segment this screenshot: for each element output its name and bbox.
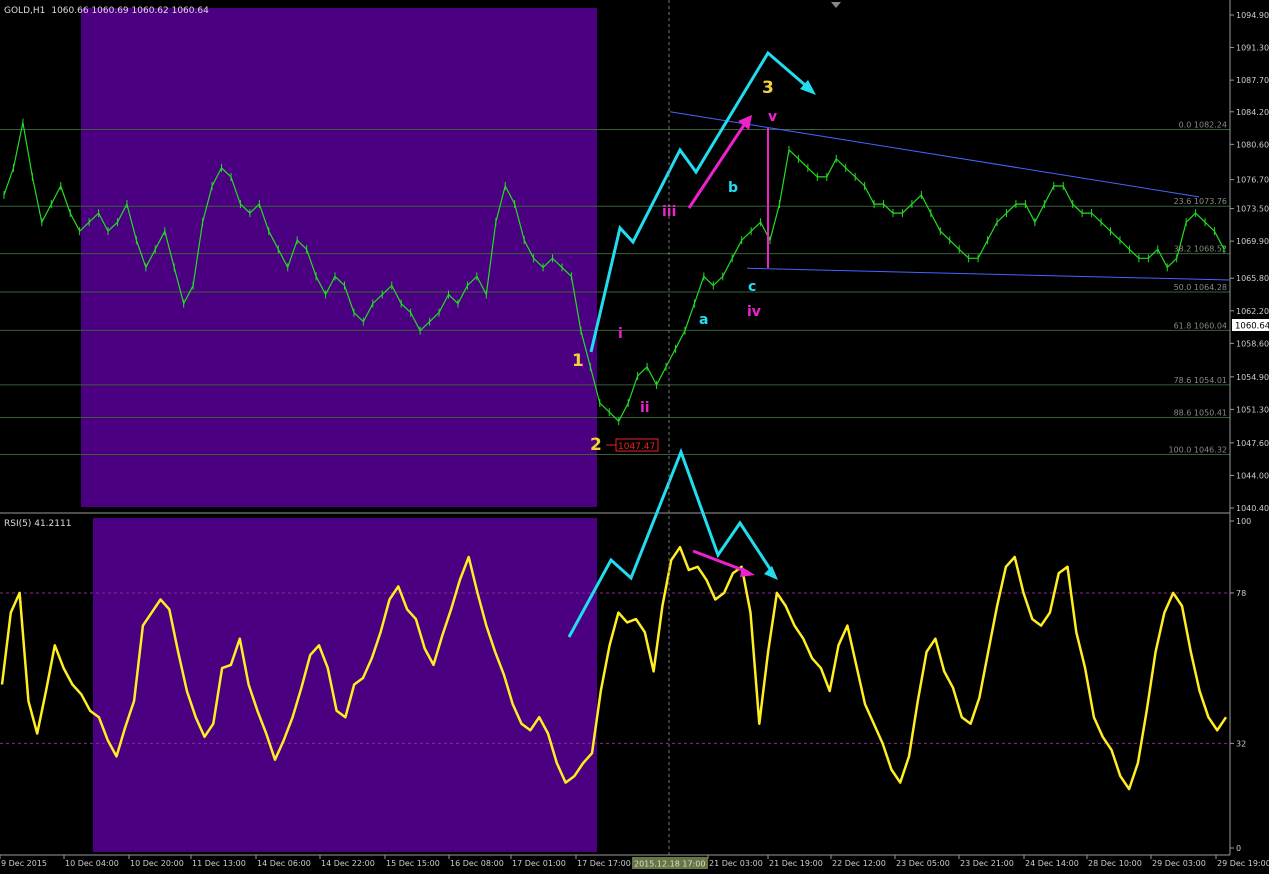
price-tick-label: 1044.00 — [1236, 471, 1269, 480]
wave-3-label: 3 — [762, 78, 774, 98]
price-tick-label: 1084.20 — [1236, 108, 1269, 117]
time-tick-label: 29 Dec 03:00 — [1152, 859, 1206, 868]
time-tick-label: 15 Dec 15:00 — [386, 859, 440, 868]
highlight-rectangle[interactable] — [81, 8, 597, 507]
price-tick-label: 1051.30 — [1236, 405, 1269, 414]
price-tick-label: 1091.30 — [1236, 44, 1269, 53]
wave-c-label: c — [748, 279, 756, 295]
price-tick-label: 1076.70 — [1236, 176, 1269, 185]
price-tick-label: 1065.80 — [1236, 274, 1269, 283]
ohlc-label: 1060.66 1060.69 1060.62 1060.64 — [51, 6, 209, 16]
time-tick-label: 21 Dec 19:00 — [769, 859, 823, 868]
wave-a-label: a — [699, 312, 708, 328]
fib-level-label: 61.8 1060.04 — [1174, 321, 1227, 330]
fib-level-label: 88.6 1050.41 — [1174, 408, 1227, 417]
rsi-tick-label: 100 — [1236, 517, 1251, 526]
price-tick-label: 1094.90 — [1236, 11, 1269, 20]
price-tick-label: 1047.60 — [1236, 439, 1269, 448]
time-tick-label: 16 Dec 08:00 — [450, 859, 504, 868]
price-tick-label: 1054.90 — [1236, 373, 1269, 382]
price-tick-label: 1087.70 — [1236, 76, 1269, 85]
time-tick-label: 21 Dec 03:00 — [709, 859, 763, 868]
time-tick-label: 23 Dec 21:00 — [960, 859, 1014, 868]
price-tick-label: 1069.90 — [1236, 237, 1269, 246]
time-tick-label: 28 Dec 10:00 — [1088, 859, 1142, 868]
wave-1-label: 1 — [572, 351, 584, 371]
price-tick-label: 1040.40 — [1236, 504, 1269, 513]
time-tick-label: 14 Dec 22:00 — [321, 859, 375, 868]
rsi-tick-label: 78 — [1236, 589, 1246, 598]
chart-header: GOLD,H1 1060.66 1060.69 1060.62 1060.64 — [4, 6, 209, 16]
time-tick-label: 14 Dec 06:00 — [257, 859, 311, 868]
price-tick-label: 1080.60 — [1236, 140, 1269, 149]
time-tick-label: 10 Dec 04:00 — [65, 859, 119, 868]
wave-i-label: i — [618, 326, 623, 342]
fib-level-label: 38.2 1068.52 — [1174, 245, 1227, 254]
fib-level-label: 78.6 1054.01 — [1174, 376, 1227, 385]
cursor-time-label: 2015.12.18 17:00 — [634, 860, 705, 869]
fib-level-label: 0.0 1082.24 — [1179, 121, 1227, 130]
chart-window[interactable]: 0.0 1082.24 23.6 1073.76 38.2 1068.52 50.0 … — [0, 0, 1269, 870]
symbol-label: GOLD,H1 — [4, 6, 45, 16]
time-tick-label: 11 Dec 13:00 — [192, 859, 246, 868]
wave-iv-label: iv — [747, 304, 761, 320]
wave-ii-label: ii — [640, 400, 650, 416]
time-tick-label: 17 Dec 17:00 — [577, 859, 631, 868]
rsi-tick-label: 0 — [1236, 844, 1241, 853]
price-tick-label: 1073.50 — [1236, 205, 1269, 214]
rsi-tick-label: 32 — [1236, 739, 1246, 748]
fib-level-label: 23.6 1073.76 — [1174, 197, 1227, 206]
fib-level-label: 100.0 1046.32 — [1168, 445, 1227, 454]
time-tick-label: 10 Dec 20:00 — [130, 859, 184, 868]
fib-level-label: 50.0 1064.28 — [1174, 283, 1227, 292]
rsi-header: RSI(5) 41.2111 — [4, 519, 71, 529]
time-tick-label: 24 Dec 14:00 — [1025, 859, 1079, 868]
price-tick-label: 1058.60 — [1236, 339, 1269, 348]
current-price-label: 1060.64 — [1235, 322, 1269, 332]
wave-v-label: v — [768, 109, 777, 125]
wave-b-label: b — [728, 180, 738, 196]
price-tick-label: 1062.20 — [1236, 307, 1269, 316]
time-tick-label: 29 Dec 19:00 — [1217, 859, 1269, 868]
low-marker-label: 1047.47 — [618, 442, 655, 452]
rsi-highlight-rectangle — [93, 518, 597, 852]
time-tick-label: 17 Dec 01:00 — [512, 859, 566, 868]
time-tick-label: 22 Dec 12:00 — [832, 859, 886, 868]
time-tick-label: 9 Dec 2015 — [1, 859, 47, 868]
time-tick-label: 23 Dec 05:00 — [896, 859, 950, 868]
wave-2-label: 2 — [590, 435, 602, 455]
